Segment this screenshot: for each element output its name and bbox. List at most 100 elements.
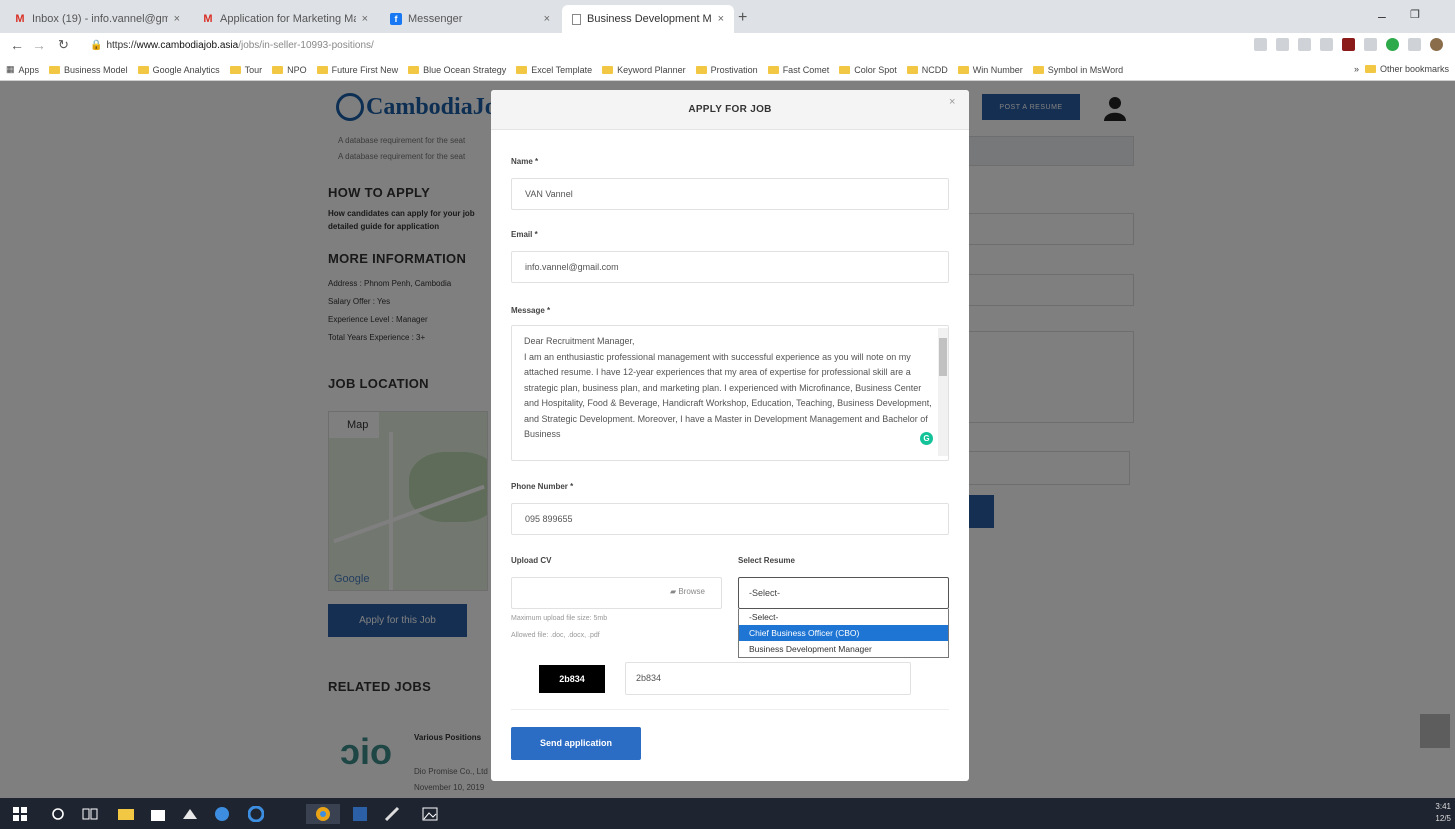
bookmark-item[interactable]: Prostivation [695,65,758,75]
pdf-extension-icon[interactable] [1342,38,1355,51]
modal-divider [511,709,949,710]
gmail-icon: M [15,13,25,25]
folder-icon [137,65,149,74]
email-input[interactable]: info.vannel@gmail.com [511,251,949,283]
resume-option[interactable]: Business Development Manager [739,641,948,657]
folder-icon [1364,65,1376,73]
screen: M Inbox (19) - info.vannel@gmail.com × M… [0,0,1455,829]
folder-icon [272,65,284,74]
folder-icon [516,65,528,74]
select-resume-dropdown[interactable]: -Select- [738,577,949,609]
profile-avatar-icon[interactable] [1430,38,1443,51]
bookmark-apps[interactable]: ▦ Apps [6,64,39,75]
apps-grid-icon: ▦ [6,64,15,74]
message-textarea[interactable]: Dear Recruitment Manager, I am an enthus… [511,325,949,461]
bookmarks-bar: ▦ Apps Business Model Google Analytics To… [0,59,1455,81]
textarea-scrollbar[interactable] [938,328,948,456]
extension-icon[interactable] [1320,38,1333,51]
zoom-icon[interactable] [1254,38,1267,51]
close-tab-icon[interactable]: × [174,13,180,25]
folder-icon [957,65,969,74]
bookmark-item[interactable]: Keyword Planner [602,65,686,75]
scrollbar-thumb[interactable] [939,338,947,376]
bookmark-item[interactable]: Blue Ocean Strategy [408,65,506,75]
captcha-input[interactable]: 2b834 [625,662,911,695]
bookmark-item[interactable]: Google Analytics [137,65,220,75]
captcha-image: 2b834 [539,665,605,693]
system-clock[interactable]: 3:41 12/5 [1435,801,1451,825]
edge-icon[interactable] [246,804,266,824]
grammarly-extension-icon[interactable] [1386,38,1399,51]
tab-business-development[interactable]: Business Development Manager × [562,5,734,33]
close-tab-icon[interactable]: × [718,13,724,25]
bookmark-item[interactable]: Symbol in MsWord [1032,65,1123,75]
browse-button[interactable]: ▰ Browse [670,587,705,596]
upload-cv-label: Upload CV [511,556,552,565]
facebook-icon: f [390,13,402,25]
message-text: Dear Recruitment Manager, I am an enthus… [524,336,932,439]
bookmark-item[interactable]: Excel Template [516,65,592,75]
bookmark-item[interactable]: NPO [272,65,307,75]
resume-option-highlighted[interactable]: Chief Business Officer (CBO) [739,625,948,641]
name-input[interactable]: VAN Vannel [511,178,949,210]
folder-icon [906,65,918,74]
word-icon[interactable] [350,804,370,824]
folder-icon [49,65,61,74]
extension-icon[interactable] [1364,38,1377,51]
tab-gmail-application[interactable]: M Application for Marketing Manager × [192,5,378,33]
other-bookmarks[interactable]: » Other bookmarks [1354,64,1449,74]
apply-job-modal: APPLY FOR JOB × Name * VAN Vannel Email … [491,90,969,781]
tab-messenger[interactable]: f Messenger × [380,5,560,33]
app-icon[interactable] [180,804,200,824]
bookmark-item[interactable]: Color Spot [839,65,897,75]
grammarly-icon[interactable]: G [920,432,933,445]
url-input[interactable]: 🔒 https://www.cambodiajob.asia/jobs/in-se… [90,36,1190,56]
bookmark-item[interactable]: Future First New [316,65,398,75]
folder-icon [602,65,614,74]
lock-icon: 🔒 [90,40,103,51]
close-icon[interactable]: × [949,96,955,108]
bookmark-item[interactable]: Fast Comet [767,65,829,75]
photos-icon[interactable] [420,804,440,824]
close-tab-icon[interactable]: × [544,13,550,25]
upload-cv-field[interactable]: ▰ Browse [511,577,722,609]
folder-icon [695,65,707,74]
close-tab-icon[interactable]: × [362,13,368,25]
windows-start-icon[interactable] [10,804,30,824]
gmail-icon: M [203,13,213,25]
upload-type-hint: Allowed file: .doc, .docx, .pdf [511,632,600,639]
folder-icon [839,65,851,74]
resume-option[interactable]: -Select- [739,609,948,625]
forward-icon[interactable]: → [32,37,46,53]
store-icon[interactable] [148,804,168,824]
taskbar: 3:41 12/5 [0,798,1455,829]
back-icon[interactable]: ← [10,37,24,53]
browser-tab-bar: M Inbox (19) - info.vannel@gmail.com × M… [0,0,1455,33]
modal-title: APPLY FOR JOB [688,104,772,115]
extension-icon[interactable] [1298,38,1311,51]
bookmark-item[interactable]: NCDD [906,65,948,75]
send-application-button[interactable]: Send application [511,727,641,760]
select-resume-label: Select Resume [738,556,795,565]
email-label: Email * [511,230,538,239]
bookmark-item[interactable]: Business Model [49,65,128,75]
tab-gmail-inbox[interactable]: M Inbox (19) - info.vannel@gmail.com × [4,5,190,33]
bookmark-item[interactable]: Win Number [957,65,1023,75]
file-explorer-icon[interactable] [116,804,136,824]
chrome-taskbar-icon[interactable] [306,804,340,824]
extension-icon[interactable] [1408,38,1421,51]
star-icon[interactable] [1276,38,1289,51]
minimize-button[interactable]: – [1378,8,1386,24]
app-icon[interactable] [382,804,402,824]
new-tab-button[interactable]: + [738,9,747,27]
message-label: Message * [511,306,551,315]
resume-options-list: -Select- Chief Business Officer (CBO) Bu… [738,609,949,658]
restore-button[interactable]: ❐ [1410,8,1420,21]
search-icon[interactable] [48,804,68,824]
reload-icon[interactable]: ↻ [58,37,69,53]
app-icon[interactable] [212,804,232,824]
phone-input[interactable]: 095 899655 [511,503,949,535]
task-view-icon[interactable] [80,804,100,824]
bookmark-item[interactable]: Tour [229,65,262,75]
folder-icon [408,65,420,74]
